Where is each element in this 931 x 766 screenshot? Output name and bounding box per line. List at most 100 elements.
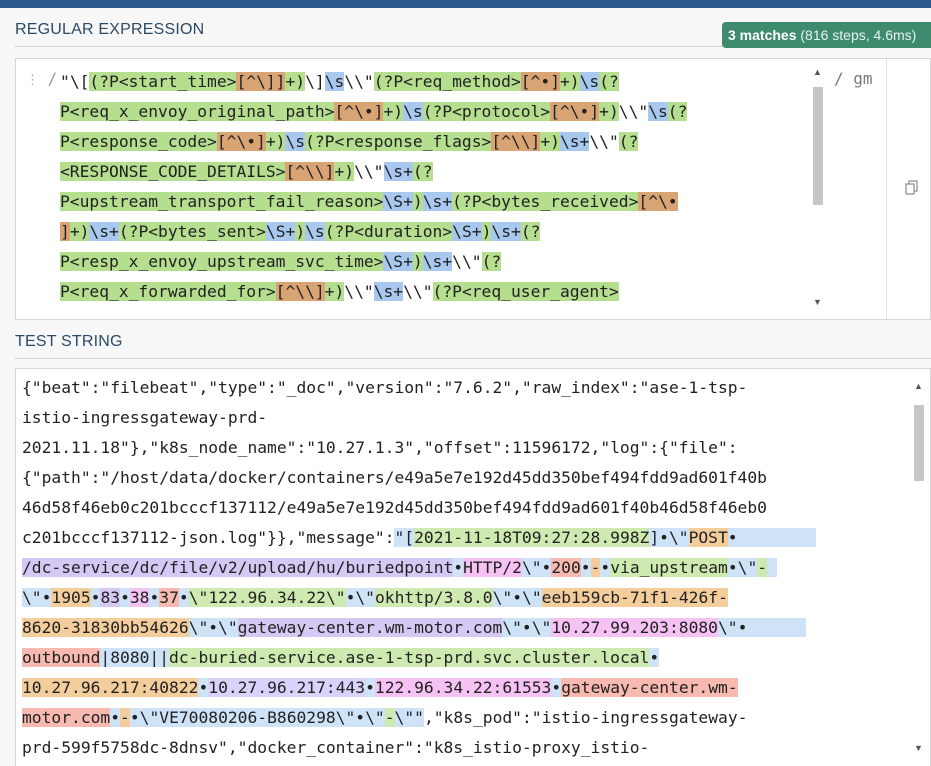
test-match-highlight: \"" <box>394 708 424 727</box>
regex-token-text: \\" <box>618 102 649 121</box>
regex-token-match-highlight: +) <box>265 132 286 151</box>
regex-editor[interactable]: ⋮ / "\[(?P<start_time>[^\]]+)\]\s\\"(?P<… <box>15 58 931 320</box>
test-match-highlight: • <box>551 678 562 697</box>
copy-icon[interactable] <box>904 179 920 195</box>
test-match-highlight: • <box>90 588 101 607</box>
test-match-highlight: - <box>757 558 768 577</box>
test-string-line: 2021.11.18"},"k8s_node_name":"10.27.1.3"… <box>22 435 912 465</box>
test-match-highlight: 8620-31830bb54626 <box>22 618 189 637</box>
test-string-line: motor.com•-•\"VE70080206-B860298\"•\"-\"… <box>22 705 912 735</box>
regex-token-match-highlight: (? <box>412 162 433 181</box>
regex-token-match-highlight: [^•] <box>520 72 560 91</box>
regex-delimiter-open: ⋮ / <box>26 69 57 88</box>
test-match-highlight: \"•\" <box>188 618 238 637</box>
test-match-highlight: 10.27.96.217:40822 <box>22 678 199 697</box>
regex-token-match-highlight: (? <box>599 72 619 91</box>
test-match-highlight: 37 <box>159 588 179 607</box>
regex-token-match-highlight: <RESPONSE_CODE_DETAILS> <box>60 162 286 181</box>
flags-text[interactable]: gm <box>853 69 872 88</box>
test-match-highlight: ]•\" <box>649 528 689 547</box>
regex-token-match-highlight: (?P<req_method> <box>373 72 521 91</box>
test-match-highlight: outbound <box>22 648 101 667</box>
test-string-input[interactable]: {"beat":"filebeat","type":"_doc","versio… <box>22 375 912 765</box>
regex-token-match-highlight: \s <box>579 72 600 91</box>
regex-token-text: \\" <box>452 252 482 271</box>
regex-token-match-highlight: P<req_x_forwarded_for> <box>60 282 276 301</box>
test-string-line: 10.27.96.217:40822•10.27.96.217:443•122.… <box>22 675 912 705</box>
test-match-highlight: \"•\" <box>502 618 552 637</box>
test-match-highlight: • <box>365 678 375 697</box>
regex-token-match-highlight: \s+ <box>373 282 404 301</box>
test-string-line: \"•1905•83•38•37•\"122.96.34.22\"•\"okht… <box>22 585 912 615</box>
scroll-up-arrow-icon[interactable]: ▲ <box>914 381 923 391</box>
test-match-highlight: \"• <box>22 588 52 607</box>
test-match-highlight: 200 <box>551 558 581 577</box>
test-text: {"path":"/host/data/docker/containers/e4… <box>22 468 767 487</box>
test-string-editor[interactable]: {"beat":"filebeat","type":"_doc","versio… <box>15 368 931 766</box>
regex-line: "\[(?P<start_time>[^\]]+)\]\s\\"(?P<req_… <box>60 69 820 99</box>
regex-flags[interactable]: / gm <box>834 69 873 88</box>
regex-token-match-highlight: P<resp_x_envoy_upstream_svc_time> <box>60 252 384 271</box>
regex-token-text: \\" <box>403 282 433 301</box>
regex-token-match-highlight: (?P<protocol> <box>422 102 551 121</box>
scroll-down-arrow-icon[interactable]: ▼ <box>914 743 923 753</box>
test-match-highlight: via_upstream <box>610 558 728 577</box>
test-match-highlight: • <box>120 588 130 607</box>
regex-token-match-highlight: \s+ <box>559 132 590 151</box>
test-match-highlight: 10.27.96.217:443 <box>208 678 366 697</box>
regex-token-match-highlight: (? <box>618 132 639 151</box>
match-info-badge: 3 matches (816 steps, 4.6ms) <box>722 22 931 48</box>
test-match-highlight: • <box>110 708 121 727</box>
regex-token-text: \\" <box>589 132 619 151</box>
regex-line: P<req_x_forwarded_for>[^\\]+)\\"\s+\\"(?… <box>60 279 820 309</box>
regex-token-match-highlight: \s <box>403 102 423 121</box>
regex-panel-divider <box>886 59 887 319</box>
regex-token-match-highlight: (?P<bytes_sent> <box>118 222 266 241</box>
regex-token-match-highlight: \s+ <box>383 162 413 181</box>
drag-handle-icon[interactable]: ⋮ <box>26 73 39 88</box>
test-scroll-thumb[interactable] <box>914 405 924 481</box>
regex-token-match-highlight: ) <box>481 222 492 241</box>
regex-token-text: \\" <box>344 72 374 91</box>
test-string-line: {"path":"/host/data/docker/containers/e4… <box>22 465 912 495</box>
regex-scrollbar[interactable]: ▲ ▼ <box>811 65 825 311</box>
regex-token-match-highlight: +) <box>599 102 619 121</box>
test-match-highlight: 38 <box>129 588 150 607</box>
test-title-rule <box>15 358 931 359</box>
regex-scroll-thumb[interactable] <box>813 87 823 205</box>
regex-token-match-highlight: +) <box>334 162 355 181</box>
test-string-line: {"beat":"filebeat","type":"_doc","versio… <box>22 375 912 405</box>
regex-token-match-highlight: P<response_code> <box>60 132 217 151</box>
scroll-up-arrow-icon[interactable]: ▲ <box>813 67 822 77</box>
test-match-highlight: \"• <box>521 558 552 577</box>
regex-line: P<response_code>[^\•]+)\s(?P<response_fl… <box>60 129 820 159</box>
regex-line: <RESPONSE_CODE_DETAILS>[^\\]+)\\"\s+(? <box>60 159 820 189</box>
test-match-highlight: • <box>649 648 660 667</box>
delimiter-open: / <box>47 69 58 88</box>
regex-token-match-highlight: \S+ <box>452 222 482 241</box>
regex-token-match-highlight: \S+ <box>383 252 413 271</box>
regex-input[interactable]: "\[(?P<start_time>[^\]]+)\]\s\\"(?P<req_… <box>60 69 820 319</box>
test-text: {"beat":"filebeat","type":"_doc","versio… <box>22 378 748 397</box>
regex-token-match-highlight: (? <box>520 222 541 241</box>
regex-token-match-highlight: +) <box>383 102 404 121</box>
test-match-highlight: 2021-11-18T09:27:28.998Z <box>414 528 650 547</box>
test-match-highlight: • <box>178 588 189 607</box>
regex-token-match-highlight: (?P<response_flags> <box>305 132 492 151</box>
regex-line: ]+)\s+(?P<bytes_sent>\S+)\s(?P<duration>… <box>60 219 820 249</box>
regex-token-match-highlight: [^\•] <box>216 132 266 151</box>
test-string-line: 46d58f46eb0c201bcccf137112/e49a5e7e192d4… <box>22 495 912 525</box>
regex-line: P<resp_x_envoy_upstream_svc_time>\S+)\s+… <box>60 249 820 279</box>
regex-token-match-highlight: +) <box>560 72 580 91</box>
regex-token-match-highlight: \s <box>285 132 306 151</box>
scroll-down-arrow-icon[interactable]: ▼ <box>813 297 822 307</box>
regex-token-match-highlight: (?P<req_user_agent> <box>432 282 619 301</box>
test-string-line: 8620-31830bb54626\"•\"gateway-center.wm-… <box>22 615 912 645</box>
test-match-highlight: 122.96.34.22:61553 <box>374 678 552 697</box>
test-scrollbar[interactable]: ▲ ▼ <box>912 375 926 763</box>
regex-token-match-highlight: \S+ <box>383 192 413 211</box>
regex-token-text: \] <box>305 72 325 91</box>
test-match-highlight: • <box>453 558 464 577</box>
test-match-highlight: \"•\" <box>492 588 542 607</box>
regex-token-match-highlight: +) <box>69 222 90 241</box>
